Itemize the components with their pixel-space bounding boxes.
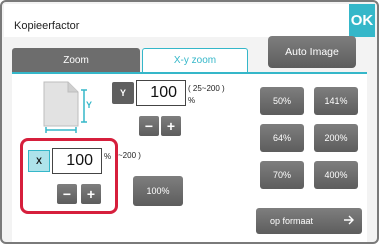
page-xy-icon: Y (43, 81, 92, 133)
preset-200-button[interactable]: 200% (314, 124, 358, 152)
y-minus-button[interactable]: − (139, 116, 159, 136)
y-range-text: ( 25~200 ) (188, 84, 225, 93)
title-bar: Kopieerfactor (4, 4, 352, 37)
y-unit-text: % (188, 96, 196, 105)
auto-image-button[interactable]: Auto Image (268, 36, 356, 68)
tab-zoom[interactable]: Zoom (12, 48, 140, 72)
fit-to-paper-button[interactable]: op formaat (256, 208, 362, 234)
y-axis-label: Y (112, 82, 134, 104)
preset-400-button[interactable]: 400% (314, 161, 358, 189)
preset-64-button[interactable]: 64% (260, 124, 304, 152)
arrow-right-icon (344, 214, 354, 226)
svg-text:Y: Y (86, 100, 92, 110)
y-value-field[interactable]: 100 (136, 80, 186, 106)
fit-label: op formaat (270, 216, 314, 226)
ok-button[interactable]: OK (349, 4, 375, 37)
preset-141-button[interactable]: 141% (314, 87, 358, 115)
preset-50-button[interactable]: 50% (260, 87, 304, 115)
x-range-text: ~200 ) (118, 151, 141, 160)
preset-70-button[interactable]: 70% (260, 161, 304, 189)
y-plus-button[interactable]: + (161, 116, 181, 136)
copy-ratio-dialog: Kopieerfactor OK Zoom X-y zoom Auto Imag… (0, 0, 379, 244)
reset-100-button[interactable]: 100% (133, 176, 183, 206)
tab-xy-zoom[interactable]: X-y zoom (142, 48, 248, 72)
x-input-highlight (20, 138, 118, 214)
dialog-title: Kopieerfactor (14, 20, 80, 32)
